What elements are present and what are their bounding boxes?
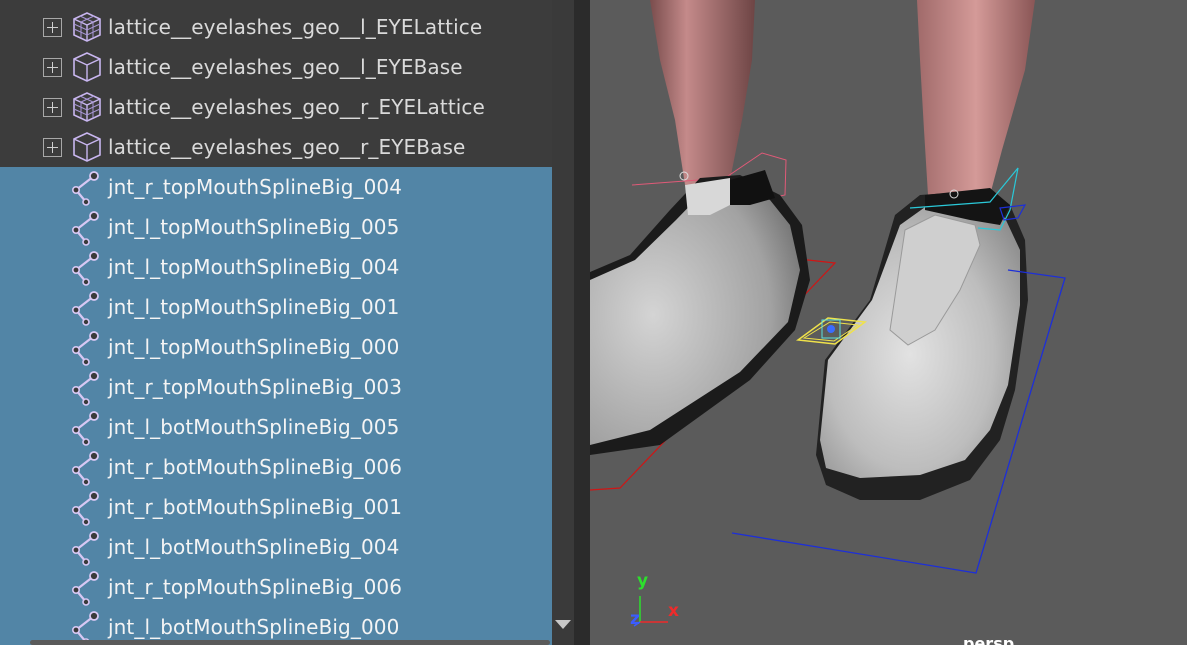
scroll-down-arrow-icon[interactable] — [555, 620, 571, 629]
outliner-row-label: jnt_r_botMouthSplineBig_006 — [108, 455, 403, 479]
outliner-row[interactable]: jnt_l_topMouthSplineBig_001 — [0, 287, 552, 327]
expand-toggle-icon[interactable] — [43, 137, 62, 157]
joint-icon — [68, 568, 106, 606]
joint-icon — [68, 448, 106, 486]
joint-icon — [68, 208, 106, 246]
axis-y-label: y — [637, 571, 649, 591]
outliner-row[interactable]: jnt_r_botMouthSplineBig_006 — [0, 447, 552, 487]
outliner-row-label: jnt_l_botMouthSplineBig_000 — [108, 615, 400, 639]
outliner-panel[interactable]: lattice__eyelashes_geo__l_EYELatticelatt… — [0, 0, 574, 645]
outliner-row-label: lattice__eyelashes_geo__l_EYEBase — [108, 55, 463, 79]
viewport-3d[interactable]: y x z persp — [590, 0, 1187, 645]
left-shoe — [590, 170, 810, 455]
right-leg — [917, 0, 1035, 195]
outliner-row-label: jnt_l_botMouthSplineBig_005 — [108, 415, 400, 439]
joint-icon — [68, 168, 106, 206]
outliner-row[interactable]: jnt_l_botMouthSplineBig_004 — [0, 527, 552, 567]
outliner-row-label: lattice__eyelashes_geo__l_EYELattice — [108, 15, 483, 39]
outliner-row[interactable]: jnt_l_topMouthSplineBig_000 — [0, 327, 552, 367]
right-shoe — [816, 188, 1028, 500]
expand-toggle-icon[interactable] — [43, 57, 62, 77]
left-leg — [650, 0, 755, 185]
lattice-base-icon — [70, 130, 104, 164]
outliner-row-label: jnt_r_topMouthSplineBig_003 — [108, 375, 403, 399]
outliner-row[interactable]: lattice__eyelashes_geo__l_EYELattice — [0, 7, 552, 47]
outliner-row[interactable]: jnt_r_topMouthSplineBig_003 — [0, 367, 552, 407]
lattice-icon — [70, 90, 104, 124]
lattice-base-icon — [70, 50, 104, 84]
joint-icon — [68, 368, 106, 406]
outliner-row[interactable]: jnt_l_topMouthSplineBig_004 — [0, 247, 552, 287]
joint-icon — [68, 488, 106, 526]
joint-icon — [68, 528, 106, 566]
vertical-scrollbar[interactable] — [552, 0, 574, 645]
outliner-row-label: lattice__eyelashes_geo__r_EYEBase — [108, 135, 466, 159]
outliner-row-label: jnt_l_topMouthSplineBig_005 — [108, 215, 400, 239]
outliner-row-label: jnt_r_topMouthSplineBig_004 — [108, 175, 403, 199]
joint-icon — [68, 328, 106, 366]
outliner-row-label: jnt_l_topMouthSplineBig_001 — [108, 295, 400, 319]
axis-x-label: x — [668, 601, 679, 621]
horizontal-scrollbar[interactable] — [30, 640, 550, 645]
outliner-row-label: jnt_r_topMouthSplineBig_006 — [108, 575, 403, 599]
scene-render — [590, 0, 1066, 627]
axis-z-label: z — [630, 609, 640, 629]
outliner-row-label: jnt_r_botMouthSplineBig_001 — [108, 495, 403, 519]
outliner-row-label: jnt_l_botMouthSplineBig_004 — [108, 535, 400, 559]
expand-toggle-icon[interactable] — [43, 17, 62, 37]
outliner-row[interactable]: jnt_r_botMouthSplineBig_001 — [0, 487, 552, 527]
joint-icon — [68, 248, 106, 286]
expand-toggle-icon[interactable] — [43, 97, 62, 117]
joint-icon — [68, 408, 106, 446]
outliner-row[interactable]: jnt_r_topMouthSplineBig_004 — [0, 167, 552, 207]
outliner-row-label: jnt_l_topMouthSplineBig_000 — [108, 335, 400, 359]
outliner-row[interactable]: lattice__eyelashes_geo__l_EYEBase — [0, 47, 552, 87]
outliner-row-label: lattice__eyelashes_geo__r_EYELattice — [108, 95, 485, 119]
camera-label: persp — [963, 634, 1015, 645]
outliner-row[interactable]: lattice__eyelashes_geo__r_EYELattice — [0, 87, 552, 127]
outliner-row[interactable]: lattice__eyelashes_geo__r_EYEBase — [0, 127, 552, 167]
outliner-row[interactable]: jnt_r_topMouthSplineBig_006 — [0, 567, 552, 607]
panel-divider[interactable] — [574, 0, 590, 645]
outliner-row-label: jnt_l_topMouthSplineBig_004 — [108, 255, 400, 279]
lattice-icon — [70, 10, 104, 44]
joint-icon — [68, 288, 106, 326]
outliner-row[interactable]: jnt_l_topMouthSplineBig_005 — [0, 207, 552, 247]
outliner-row[interactable]: jnt_l_botMouthSplineBig_005 — [0, 407, 552, 447]
